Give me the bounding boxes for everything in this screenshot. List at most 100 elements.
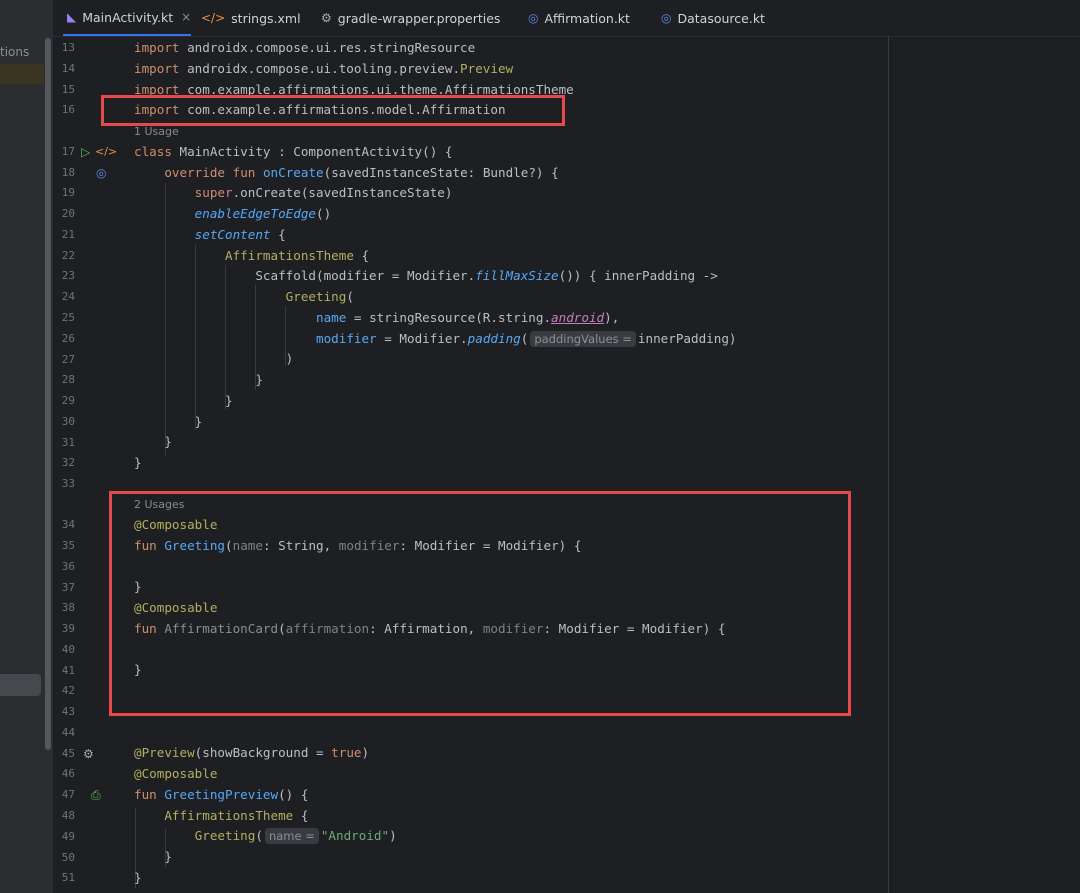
code-line-49[interactable]: Greeting(name = "Android"): [134, 826, 397, 847]
code-text: (): [316, 206, 332, 221]
code-line-51[interactable]: }: [134, 868, 142, 889]
annotation-name: @Preview: [134, 745, 195, 760]
code-line-27[interactable]: ): [134, 349, 294, 370]
highlight-box-composables: [109, 491, 851, 716]
code-line-45[interactable]: @Preview(showBackground = true): [134, 743, 369, 764]
code-line-50[interactable]: }: [134, 847, 172, 868]
keyword: fun: [232, 165, 256, 180]
code-line-25[interactable]: name = stringResource(R.string.android),: [134, 308, 619, 329]
function-name: onCreate: [262, 165, 324, 180]
code-line-22[interactable]: AffirmationsTheme {: [134, 246, 369, 267]
code-text: {: [353, 248, 370, 263]
code-text: (showBackground =: [194, 745, 332, 760]
code-text: }: [194, 414, 203, 429]
function-call: enableEdgeToEdge: [194, 206, 316, 221]
string-literal: "Android": [320, 828, 390, 843]
code-text: }: [164, 849, 172, 864]
keyword: import: [134, 40, 180, 55]
composable-call: Greeting: [285, 289, 347, 304]
code-line-48[interactable]: AffirmationsTheme {: [134, 806, 308, 827]
code-text: ()) { innerPadding ->: [558, 268, 718, 283]
highlight-box-import: [101, 95, 565, 126]
code-text: {: [293, 808, 309, 823]
code-text: = Modifier.: [376, 331, 468, 346]
keyword: class: [134, 144, 172, 159]
code-text: }: [225, 393, 233, 408]
code-line-29[interactable]: }: [134, 391, 233, 412]
keyword: import: [134, 61, 180, 76]
code-line-23[interactable]: Scaffold(modifier = Modifier.fillMaxSize…: [134, 266, 718, 287]
code-text: MainActivity : ComponentActivity() {: [171, 144, 453, 159]
parameter-hint: name =: [264, 828, 319, 844]
composable-call: AffirmationsTheme: [164, 808, 294, 823]
code-text: innerPadding): [637, 331, 737, 346]
code-text: ): [361, 745, 370, 760]
code-text: .onCreate(savedInstanceState): [232, 185, 453, 200]
keyword: super: [194, 185, 233, 200]
code-editor[interactable]: import androidx.compose.ui.res.stringRes…: [0, 0, 1080, 893]
code-text: }: [164, 434, 172, 449]
code-text: {: [270, 227, 286, 242]
code-text: }: [255, 372, 263, 387]
function-call: padding: [467, 331, 521, 346]
named-argument: name: [315, 310, 347, 325]
code-text: ): [285, 351, 294, 366]
code-text: }: [134, 455, 142, 470]
code-text: (: [520, 331, 529, 346]
code-line-32[interactable]: }: [134, 453, 142, 474]
code-text: () {: [278, 787, 309, 802]
code-text: Scaffold(modifier = Modifier.: [255, 268, 476, 283]
code-line-13[interactable]: import androidx.compose.ui.res.stringRes…: [134, 38, 475, 59]
function-call: fillMaxSize: [475, 268, 559, 283]
code-line-17[interactable]: class MainActivity : ComponentActivity()…: [134, 142, 452, 163]
function-name: GreetingPreview: [164, 787, 279, 802]
code-text: ): [389, 828, 397, 843]
code-line-18[interactable]: override fun onCreate(savedInstanceState…: [134, 163, 559, 184]
code-line-47[interactable]: fun GreetingPreview() {: [134, 785, 308, 806]
composable-call: Greeting: [194, 828, 256, 843]
code-line-20[interactable]: enableEdgeToEdge(): [134, 204, 332, 225]
code-text: = stringResource(R.string.: [346, 310, 552, 325]
resource-property: android: [551, 310, 605, 325]
keyword: true: [331, 745, 362, 760]
function-call: setContent: [194, 227, 271, 242]
keyword: fun: [134, 787, 157, 802]
composable-call: AffirmationsTheme: [225, 248, 354, 263]
annotation-name: Preview: [460, 61, 514, 76]
code-line-26[interactable]: modifier = Modifier.padding(paddingValue…: [134, 329, 737, 350]
code-text: androidx.compose.ui.tooling.preview.: [179, 61, 461, 76]
code-text: (: [255, 828, 263, 843]
parameter-hint: paddingValues =: [530, 331, 636, 347]
code-line-28[interactable]: }: [134, 370, 263, 391]
named-argument: modifier: [315, 331, 377, 346]
code-line-19[interactable]: super.onCreate(savedInstanceState): [134, 183, 453, 204]
keyword: override: [164, 165, 226, 180]
code-text: (: [346, 289, 354, 304]
code-line-46[interactable]: @Composable: [134, 764, 217, 785]
code-line-24[interactable]: Greeting(: [134, 287, 354, 308]
code-line-31[interactable]: }: [134, 432, 172, 453]
code-line-30[interactable]: }: [134, 412, 203, 433]
code-text: (savedInstanceState: Bundle?) {: [323, 165, 559, 180]
code-line-21[interactable]: setContent {: [134, 225, 286, 246]
code-text: androidx.compose.ui.res.stringResource: [179, 40, 476, 55]
code-line-14[interactable]: import androidx.compose.ui.tooling.previ…: [134, 59, 513, 80]
code-text: ),: [604, 310, 620, 325]
